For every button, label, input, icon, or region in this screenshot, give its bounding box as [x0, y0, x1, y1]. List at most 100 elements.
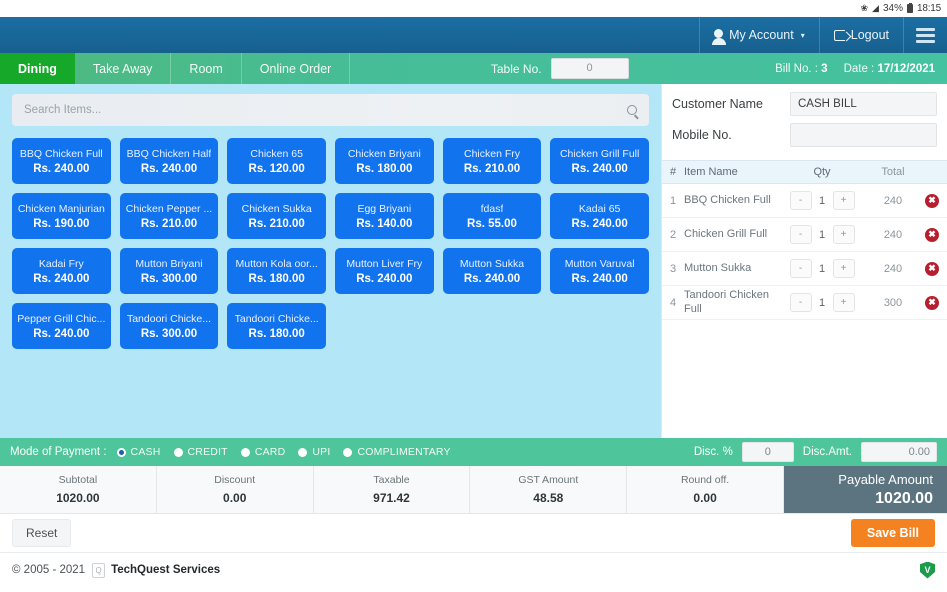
payable-amount-cell: Payable Amount 1020.00 [783, 466, 947, 513]
payment-option-cash[interactable]: CASH [116, 446, 161, 458]
payable-amount-label: Payable Amount [838, 471, 933, 487]
bill-no-value: 3 [821, 62, 828, 75]
menu-item-price: Rs. 240.00 [463, 272, 521, 285]
reset-button[interactable]: Reset [12, 519, 72, 547]
radio-icon[interactable] [173, 447, 183, 457]
menu-item-tile[interactable]: BBQ Chicken Full Rs. 240.00 [12, 138, 111, 184]
radio-icon[interactable] [343, 447, 353, 457]
qty-value: 1 [818, 228, 826, 241]
menu-item-tile[interactable]: Kadai 65 Rs. 240.00 [550, 193, 649, 239]
menu-item-tile[interactable]: Mutton Liver Fry Rs. 240.00 [334, 248, 434, 294]
save-bill-button[interactable]: Save Bill [850, 519, 935, 547]
qty-value: 1 [818, 296, 826, 309]
menu-item-name: BBQ Chicken Full [19, 147, 103, 160]
total-value: 0.00 [223, 491, 247, 505]
qty-decrement-button[interactable]: - [789, 191, 812, 210]
menu-item-price: Rs. 140.00 [356, 217, 413, 230]
payment-option-credit[interactable]: CREDIT [173, 446, 228, 458]
qty-increment-button[interactable]: + [832, 259, 855, 278]
tab-online-order[interactable]: Online Order [242, 53, 351, 84]
tab-dining[interactable]: Dining [0, 53, 75, 84]
menu-item-tile[interactable]: Chicken Briyani Rs. 180.00 [334, 138, 434, 184]
qty-increment-button[interactable]: + [832, 191, 855, 210]
qty-increment-button[interactable]: + [832, 293, 855, 312]
menu-item-tile[interactable]: Chicken 65 Rs. 120.00 [227, 138, 326, 184]
customer-name-input[interactable]: CASH BILL [790, 92, 937, 116]
menu-item-tile[interactable]: Chicken Pepper ... Rs. 210.00 [119, 193, 219, 239]
menu-item-tile[interactable]: fdasf Rs. 55.00 [442, 193, 542, 239]
hamburger-menu-icon[interactable] [903, 17, 947, 53]
menu-item-grid: BBQ Chicken Full Rs. 240.00 BBQ Chicken Ha… [12, 138, 649, 349]
qty-decrement-button[interactable]: - [789, 259, 812, 278]
my-account-menu[interactable]: My Account ▾ [699, 17, 819, 53]
menu-item-tile[interactable]: Mutton Varuval Rs. 240.00 [550, 248, 649, 294]
order-table-body: 1 BBQ Chicken Full -1 +240 ✖ 2 Chicken Grill F… [662, 184, 947, 320]
my-account-label: My Account [729, 28, 794, 42]
radio-icon[interactable] [240, 447, 250, 457]
disc-percent-input[interactable]: 0 [741, 442, 794, 462]
tab-take-away[interactable]: Take Away [75, 53, 172, 84]
mobile-no-input[interactable] [790, 123, 937, 147]
battery-percent-label: 34% [882, 3, 903, 14]
order-panel: Customer Name CASH BILL Mobile No. # Ite… [661, 84, 947, 438]
menu-item-price: Rs. 240.00 [571, 272, 628, 285]
bill-info: Bill No. : 3 Date : 17/12/2021 [775, 53, 947, 84]
menu-item-name: Chicken Grill Full [559, 147, 640, 160]
delete-icon[interactable]: ✖ [925, 261, 939, 276]
menu-item-tile[interactable]: Chicken Fry Rs. 210.00 [442, 138, 542, 184]
table-no-input[interactable]: 0 [550, 58, 629, 79]
order-row-total: 240 [883, 194, 903, 207]
total-label: Taxable [373, 474, 410, 486]
total-cell: GST Amount 48.58 [470, 466, 628, 513]
col-total: Total [881, 166, 905, 178]
qty-stepper: -1 + [776, 293, 868, 312]
menu-item-tile[interactable]: Chicken Manjurian Rs. 190.00 [12, 193, 111, 239]
user-icon [711, 29, 726, 45]
menu-item-tile[interactable]: Kadai Fry Rs. 240.00 [12, 248, 111, 294]
date-value: 17/12/2021 [877, 62, 936, 75]
disc-amount-input[interactable]: 0.00 [861, 442, 937, 462]
menu-item-tile[interactable]: BBQ Chicken Half Rs. 240.00 [119, 138, 219, 184]
wifi-icon: ◢ [872, 3, 879, 13]
delete-icon[interactable]: ✖ [925, 193, 939, 208]
search-input[interactable]: Search Items... [24, 104, 101, 116]
bill-no-group: Bill No. : 3 [775, 63, 827, 75]
tab-room[interactable]: Room [171, 53, 242, 84]
menu-item-tile[interactable]: Mutton Briyani Rs. 300.00 [119, 248, 219, 294]
delete-icon[interactable]: ✖ [925, 295, 939, 310]
menu-item-tile[interactable]: Pepper Grill Chic... Rs. 240.00 [12, 303, 111, 349]
menu-item-tile[interactable]: Chicken Grill Full Rs. 240.00 [550, 138, 649, 184]
payment-option-upi[interactable]: UPI [298, 446, 330, 458]
discount-group: Disc. % 0 Disc.Amt. 0.00 [694, 442, 937, 462]
menu-item-tile[interactable]: Tandoori Chicke... Rs. 300.00 [119, 303, 219, 349]
qty-stepper: -1 + [776, 191, 868, 210]
menu-item-tile[interactable]: Chicken Sukka Rs. 210.00 [227, 193, 326, 239]
order-row: 4 Tandoori Chicken Full -1 +300 ✖ [662, 286, 947, 320]
search-bar[interactable]: Search Items... [12, 94, 649, 126]
menu-item-price: Rs. 180.00 [356, 162, 413, 175]
menu-item-tile[interactable]: Mutton Sukka Rs. 240.00 [442, 248, 542, 294]
payment-option-card[interactable]: CARD [240, 446, 286, 458]
order-table-header: # Item Name Qty Total [662, 160, 947, 184]
qty-decrement-button[interactable]: - [789, 225, 812, 244]
qty-stepper: -1 + [776, 225, 868, 244]
order-row-total: 240 [883, 228, 903, 241]
menu-item-tile[interactable]: Tandoori Chicke... Rs. 180.00 [227, 303, 326, 349]
menu-item-tile[interactable]: Egg Briyani Rs. 140.00 [334, 193, 434, 239]
bluetooth-icon: ❀ [860, 3, 869, 13]
menu-item-price: Rs. 240.00 [571, 217, 628, 230]
radio-icon[interactable] [116, 447, 126, 457]
logout-button[interactable]: Logout [818, 17, 903, 53]
payment-option-label: UPI [312, 446, 331, 458]
total-cell: Subtotal 1020.00 [0, 466, 157, 513]
menu-item-tile[interactable]: Mutton Kola oor... Rs. 180.00 [227, 248, 326, 294]
delete-icon[interactable]: ✖ [925, 227, 939, 242]
menu-item-price: Rs. 210.00 [140, 217, 198, 230]
qty-increment-button[interactable]: + [832, 225, 855, 244]
payment-option-complimentary[interactable]: COMPLIMENTARY [343, 446, 451, 458]
search-icon[interactable] [627, 105, 637, 115]
totals-bar: Subtotal 1020.00 Discount 0.00 Taxable 971.42… [0, 466, 947, 514]
qty-decrement-button[interactable]: - [789, 293, 812, 312]
menu-item-name: Chicken Sukka [241, 202, 312, 215]
radio-icon[interactable] [298, 447, 308, 457]
